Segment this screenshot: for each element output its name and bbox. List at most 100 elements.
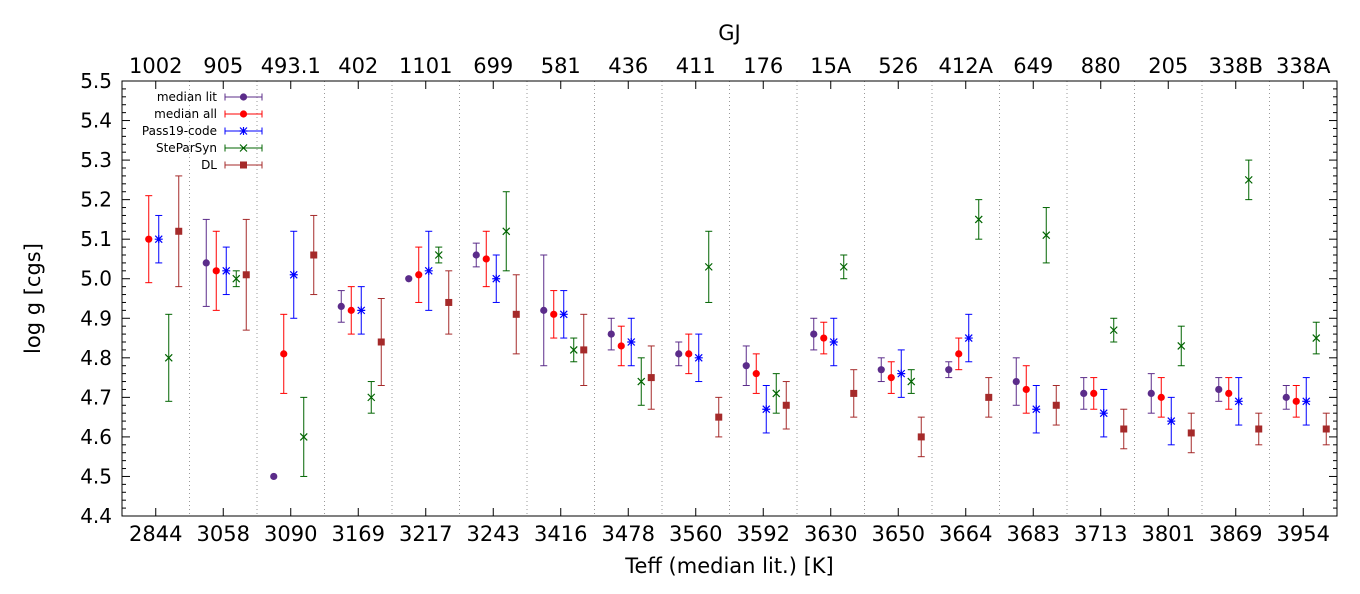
legend-label-pass19-code: Pass19-code	[142, 124, 217, 138]
x-tick-label: 3650	[872, 522, 925, 546]
dl-point	[1187, 429, 1195, 437]
y-tick-label: 4.9	[80, 306, 112, 330]
x2-tick-label: 1002	[129, 54, 182, 78]
y-tick-label: 5.4	[80, 109, 112, 133]
legend-marker-median-lit	[239, 93, 248, 101]
median-all-point	[1022, 385, 1030, 394]
pass19-code-point	[357, 306, 366, 315]
pass19-code-point	[492, 274, 501, 283]
median-lit-point	[270, 472, 278, 481]
y-tick-label: 4.8	[80, 346, 112, 370]
data-layer	[145, 159, 1330, 481]
x2-tick-label: 493.1	[261, 54, 321, 78]
x-tick-label: 3217	[399, 522, 452, 546]
x2-tick-label: 411	[676, 54, 716, 78]
median-all-point	[550, 310, 558, 318]
top-axis-label: GJ	[718, 21, 740, 45]
median-lit-point	[1012, 377, 1020, 386]
x-tick-label: 3478	[602, 522, 655, 546]
y-tick-label: 5.0	[80, 267, 112, 291]
pass19-code-point	[762, 405, 771, 414]
median-lit-point	[472, 251, 480, 259]
median-all-point	[280, 350, 288, 358]
pass19-code-point	[964, 334, 973, 343]
pass19-code-point	[154, 235, 163, 244]
x2-tick-label: 649	[1013, 54, 1053, 78]
median-lit-point	[1215, 385, 1223, 394]
x2-tick-label: 526	[878, 54, 918, 78]
dl-point	[782, 401, 790, 409]
dl-point	[242, 271, 250, 279]
x-tick-label: 3630	[804, 522, 857, 546]
pass19-code-point	[1099, 409, 1108, 418]
x2-tick-label: 338A	[1276, 54, 1331, 78]
pass19-code-point	[897, 369, 906, 378]
legend-label-dl: DL	[201, 158, 217, 172]
x-tick-label: 3560	[669, 522, 722, 546]
median-all-point	[347, 306, 355, 314]
x-tick-label: 2844	[129, 522, 182, 546]
median-lit-point	[405, 275, 413, 283]
median-lit-point	[742, 362, 750, 370]
y-tick-label: 5.2	[80, 188, 112, 212]
median-lit-point	[675, 350, 683, 358]
pass19-code-point	[627, 338, 636, 346]
x2-tick-label: 412A	[939, 54, 994, 78]
dl-point	[850, 389, 858, 397]
median-all-point	[145, 235, 153, 243]
dl-point	[445, 298, 453, 306]
median-lit-point	[202, 259, 210, 267]
dl-point	[512, 310, 520, 318]
median-lit-point	[1080, 389, 1088, 398]
legend-label-steparsyn: SteParSyn	[156, 141, 217, 155]
x2-tick-label: 338B	[1209, 54, 1264, 78]
x2-tick-label: 205	[1148, 54, 1188, 78]
x-tick-label: 3683	[1007, 522, 1060, 546]
dl-point	[1255, 425, 1263, 433]
median-lit-point	[607, 330, 615, 338]
median-all-point	[685, 350, 693, 358]
legend-marker-dl	[240, 161, 247, 169]
median-lit-point	[810, 330, 818, 338]
x-tick-label: 3713	[1074, 522, 1127, 546]
dl-point	[647, 374, 655, 382]
dl-point	[715, 413, 723, 421]
median-all-point	[1225, 389, 1233, 398]
median-all-point	[415, 271, 423, 279]
pass19-code-point	[1234, 397, 1243, 406]
x-tick-label: 3954	[1277, 522, 1330, 546]
median-all-point	[212, 267, 220, 275]
legend-label-median-lit: median lit	[157, 90, 217, 104]
y-tick-label: 4.7	[80, 385, 112, 409]
pass19-code-point	[829, 338, 838, 346]
median-lit-point	[877, 366, 885, 374]
median-all-point	[955, 350, 963, 358]
median-all-point	[1292, 397, 1300, 405]
pass19-code-point	[1032, 405, 1041, 414]
dl-point	[985, 393, 993, 401]
median-lit-point	[540, 306, 548, 314]
median-lit-point	[1147, 389, 1155, 398]
dl-point	[175, 227, 183, 235]
median-lit-point	[1282, 393, 1290, 401]
pass19-code-point	[694, 353, 703, 362]
y-tick-label: 5.3	[80, 148, 112, 172]
pass19-code-point	[1302, 397, 1311, 406]
dl-point	[1052, 401, 1060, 409]
legend-label-median-all: median all	[154, 107, 217, 121]
x2-tick-label: 905	[203, 54, 243, 78]
x-tick-label: 3169	[332, 522, 385, 546]
dl-point	[377, 338, 385, 346]
legend-marker-median-all	[239, 110, 248, 118]
x-axis-label: Teff (median lit.) [K]	[624, 554, 834, 578]
median-all-point	[887, 373, 895, 382]
y-tick-label: 4.6	[80, 425, 112, 449]
x2-tick-label: 699	[473, 54, 513, 78]
x-tick-label: 3869	[1209, 522, 1262, 546]
pass19-code-point	[559, 310, 568, 319]
dl-point	[310, 251, 318, 259]
x2-tick-label: 880	[1081, 54, 1121, 78]
x2-tick-label: 15A	[810, 54, 852, 78]
median-all-point	[820, 334, 828, 342]
chart-svg: 4.4 4.5 4.6 4.7 4.8 4.9 5.0 5.1 5.2 5.3 5.4 5.5 2844…	[21, 21, 1338, 578]
